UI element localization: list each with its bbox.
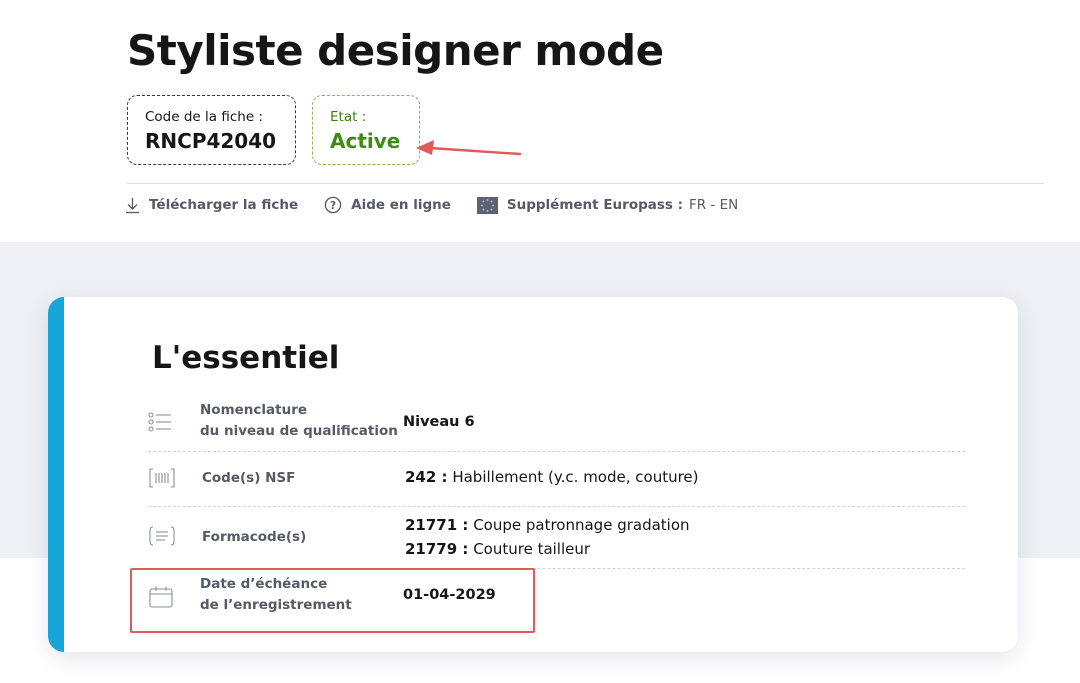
help-link[interactable]: ? Aide en ligne — [324, 196, 451, 214]
formacode-code-1: 21771 : — [405, 516, 469, 534]
row-niveau: Nomenclature du niveau de qualification … — [148, 400, 965, 444]
nsf-value: 242 : Habillement (y.c. mode, couture) — [405, 465, 699, 489]
header-divider — [127, 183, 1044, 184]
row-divider — [148, 506, 965, 507]
barcode-icon — [148, 467, 176, 493]
header-links: Télécharger la fiche ? Aide en ligne Sup… — [125, 194, 764, 216]
europass-languages[interactable]: FR - EN — [689, 197, 738, 213]
row-divider — [148, 451, 965, 452]
europass-label: Supplément Europass : — [506, 197, 684, 213]
europe-flag-icon — [476, 196, 498, 214]
download-label: Télécharger la fiche — [149, 197, 299, 213]
etat-tag: Etat : Active — [312, 95, 420, 165]
download-link[interactable]: Télécharger la fiche — [125, 197, 298, 214]
niveau-label: Nomenclature du niveau de qualification — [200, 400, 398, 442]
nsf-text: Habillement (y.c. mode, couture) — [452, 468, 699, 486]
formacode-text-2: Couture tailleur — [473, 540, 591, 558]
download-icon — [125, 197, 140, 214]
code-fiche-tag: Code de la fiche : RNCP42040 — [127, 95, 296, 165]
etat-label: Etat : — [330, 109, 367, 125]
etat-value: Active — [330, 129, 401, 153]
niveau-value: Niveau 6 — [403, 414, 475, 430]
annotation-highlight-box — [130, 568, 535, 633]
card-accent-bar — [48, 297, 64, 652]
page-title: Styliste designer mode — [127, 26, 664, 75]
text-lines-icon — [148, 525, 176, 551]
code-fiche-value: RNCP42040 — [145, 129, 277, 153]
nsf-code: 242 : — [405, 468, 448, 486]
code-fiche-label: Code de la fiche : — [145, 109, 263, 125]
niveau-label-line-1: Nomenclature — [200, 402, 308, 418]
formacode-label: Formacode(s) — [202, 529, 307, 545]
formacode-text-1: Coupe patronnage gradation — [473, 516, 690, 534]
help-label: Aide en ligne — [351, 197, 451, 213]
europass-link[interactable]: Supplément Europass : FR - EN — [476, 196, 738, 214]
niveau-label-line-2: du niveau de qualification — [200, 423, 398, 439]
row-nsf: Code(s) NSF 242 : Habillement (y.c. mode… — [148, 465, 965, 491]
question-circle-icon: ? — [324, 196, 342, 214]
formacode-value-1: 21771 : Coupe patronnage gradation — [405, 513, 690, 537]
svg-text:?: ? — [330, 200, 336, 212]
nsf-label: Code(s) NSF — [202, 470, 296, 486]
row-formacode: Formacode(s) 21771 : Coupe patronnage gr… — [148, 513, 965, 561]
formacode-code-2: 21779 : — [405, 540, 469, 558]
formacode-value-2: 21779 : Couture tailleur — [405, 537, 590, 561]
essentiel-title: L'essentiel — [152, 340, 340, 376]
list-icon — [148, 412, 172, 436]
annotation-arrow-icon — [416, 140, 522, 156]
